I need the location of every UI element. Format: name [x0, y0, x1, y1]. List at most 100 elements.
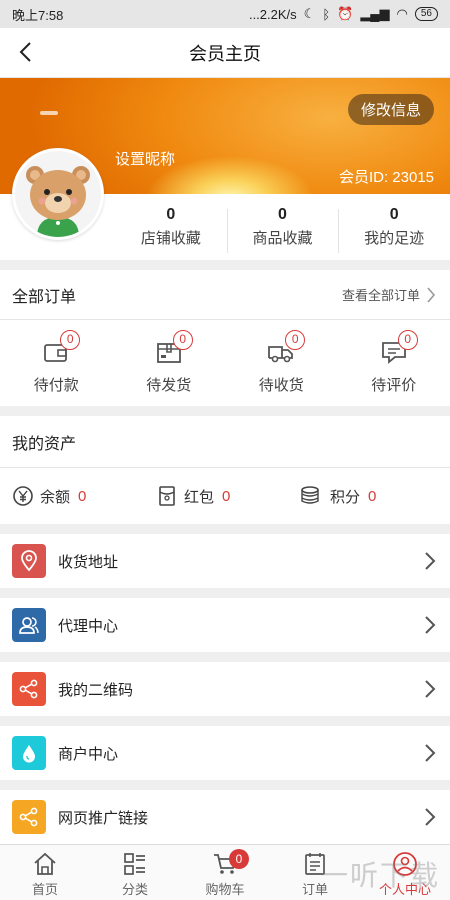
tab-profile[interactable]: 个人中心	[360, 845, 450, 900]
location-pin-icon	[12, 544, 46, 578]
water-drop-icon	[12, 736, 46, 770]
order-pending-receipt[interactable]: 0 待收货	[225, 320, 338, 406]
menu-item-merchant-center[interactable]: 商户中心	[0, 726, 450, 780]
chevron-right-icon	[425, 808, 436, 826]
divider	[0, 260, 450, 270]
moon-icon: ☾	[303, 6, 316, 21]
chevron-right-icon	[425, 680, 436, 698]
chevron-right-icon	[425, 552, 436, 570]
status-icons: ...2.2K/s ☾ ᛒ ⏰ ▂▄▆ ◠ 56	[249, 6, 438, 22]
tab-label: 个人中心	[378, 882, 431, 897]
member-id: 会员ID: 23015	[338, 169, 434, 186]
orders-header: 全部订单 查看全部订单	[0, 270, 450, 320]
chevron-right-icon	[425, 744, 436, 762]
divider	[0, 652, 450, 662]
tab-category[interactable]: 分类	[90, 845, 180, 900]
edit-info-button[interactable]: 修改信息	[347, 94, 434, 125]
tab-label: 分类	[121, 882, 148, 897]
agent-people-icon	[12, 608, 46, 642]
order-status-label: 待评价	[371, 377, 417, 394]
order-list-icon	[305, 853, 325, 875]
set-nickname-link[interactable]: 设置昵称	[115, 148, 175, 169]
menu-item-label: 网页推广链接	[58, 809, 149, 827]
chevron-right-icon	[425, 616, 436, 634]
order-status-label: 待发货	[146, 377, 192, 394]
stat-label: 商品收藏	[252, 230, 313, 247]
order-status-label: 待收货	[258, 377, 304, 394]
stat-value: 0	[389, 206, 399, 223]
stat-product-favorites[interactable]: 0 商品收藏	[226, 203, 339, 253]
stat-label: 店铺收藏	[140, 230, 201, 247]
menu-item-label: 我的二维码	[58, 681, 134, 699]
user-icon	[393, 852, 417, 876]
menu-item-agent-center[interactable]: 代理中心	[0, 598, 450, 652]
alarm-icon: ⏰	[337, 6, 354, 21]
stat-value: 0	[166, 206, 176, 223]
tab-home[interactable]: 首页	[0, 845, 90, 900]
page-title: 会员主页	[189, 43, 261, 64]
divider	[0, 588, 450, 598]
share-icon	[12, 672, 46, 706]
asset-points[interactable]: 积分 0	[300, 485, 444, 507]
asset-value: 0	[222, 487, 231, 505]
orders-title: 全部订单	[12, 288, 77, 306]
bear-avatar-icon	[15, 151, 101, 237]
tab-cart[interactable]: 0 购物车	[180, 845, 270, 900]
stat-store-favorites[interactable]: 0 店铺收藏	[115, 203, 227, 251]
order-count-badge: 0	[172, 330, 193, 350]
nav-bar: 会员主页	[0, 28, 450, 78]
divider	[0, 524, 450, 534]
bottom-tab-bar: 首页 分类 0 购物车 订单 个人中心	[0, 844, 450, 900]
status-time: 晚上7:58	[12, 7, 64, 23]
view-all-orders-label: 查看全部订单	[341, 288, 420, 303]
tab-label: 购物车	[205, 882, 245, 897]
category-icon	[124, 853, 145, 875]
order-count-badge: 0	[397, 330, 418, 350]
order-count-badge: 0	[60, 330, 81, 350]
menu-item-web-promo-link[interactable]: 网页推广链接	[0, 790, 450, 844]
tab-orders[interactable]: 订单	[270, 845, 360, 900]
order-pending-shipment[interactable]: 0 待发货	[113, 320, 226, 406]
avatar[interactable]	[12, 148, 104, 240]
asset-balance[interactable]: 余额 0	[12, 485, 156, 507]
asset-label: 积分	[330, 488, 361, 506]
network-speed: ...2.2K/s	[248, 6, 297, 22]
tab-label: 订单	[301, 882, 328, 897]
status-bar: 晚上7:58 ...2.2K/s ☾ ᛒ ⏰ ▂▄▆ ◠ 56	[0, 0, 450, 28]
stat-label: 我的足迹	[364, 230, 425, 247]
tab-label: 首页	[31, 882, 58, 897]
menu-item-shipping-address[interactable]: 收货地址	[0, 534, 450, 588]
order-count-badge: 0	[285, 330, 306, 350]
asset-value: 0	[368, 487, 377, 505]
stat-value: 0	[278, 206, 287, 223]
divider	[0, 406, 450, 416]
asset-value: 0	[78, 487, 87, 505]
chevron-right-icon	[427, 286, 436, 303]
menu-item-label: 收货地址	[58, 553, 119, 571]
order-status-row: 0 待付款 0 待发货 0 待收货 0 待评价	[0, 320, 450, 406]
menu-item-label: 商户中心	[58, 745, 119, 763]
order-pending-payment[interactable]: 0 待付款	[0, 320, 113, 406]
menu-item-my-qrcode[interactable]: 我的二维码	[0, 662, 450, 716]
menu-item-label: 代理中心	[58, 617, 119, 635]
back-arrow-icon[interactable]	[14, 40, 38, 64]
stat-footprints[interactable]: 0 我的足迹	[338, 203, 450, 253]
asset-label: 余额	[40, 488, 71, 506]
asset-red-packet[interactable]: 红包 0	[156, 485, 300, 507]
bluetooth-icon: ᛒ	[322, 6, 331, 22]
share-icon	[12, 800, 46, 834]
divider	[0, 716, 450, 726]
signal-icon: ▂▄▆	[360, 6, 390, 21]
cart-count-badge: 0	[229, 849, 249, 869]
wifi-icon: ◠	[396, 6, 408, 21]
order-pending-review[interactable]: 0 待评价	[338, 320, 450, 406]
red-packet-icon	[159, 486, 175, 506]
asset-label: 红包	[184, 488, 215, 506]
divider	[0, 780, 450, 790]
assets-row: 余额 0 红包 0 积分 0	[0, 468, 450, 524]
battery-icon: 56	[414, 7, 438, 21]
home-icon	[34, 852, 56, 875]
view-all-orders-link[interactable]: 查看全部订单	[342, 285, 436, 304]
order-status-label: 待付款	[33, 377, 79, 394]
coins-icon	[301, 486, 319, 504]
